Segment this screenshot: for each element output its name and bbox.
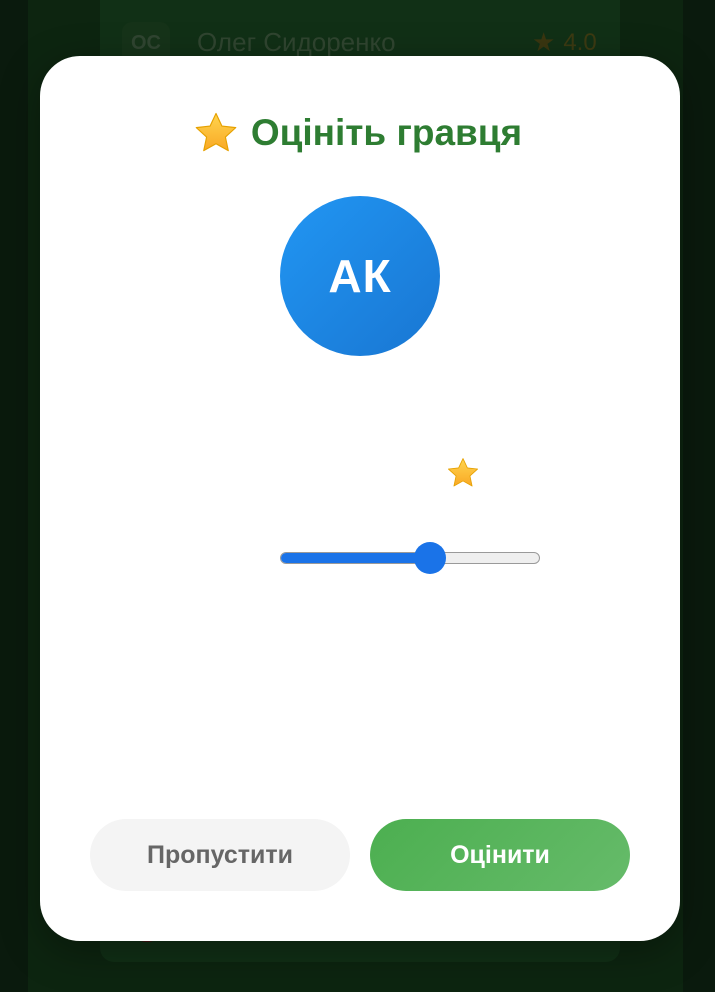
skip-button[interactable]: Пропустити [90, 819, 350, 891]
rating-slider[interactable] [280, 541, 540, 575]
rating-slider-thumb[interactable] [413, 542, 446, 574]
rating-slider-fill [281, 553, 431, 563]
star-icon [195, 112, 237, 152]
rate-button[interactable]: Оцінити [370, 819, 630, 891]
rate-player-modal [40, 56, 680, 941]
rating-slider-track[interactable] [280, 552, 540, 564]
modal-title-text: Оцініть гравця [250, 112, 523, 153]
modal-title: Оцініть гравця [0, 110, 715, 156]
avatar-initials: АК [328, 250, 392, 302]
avatar: АК [280, 196, 440, 356]
star-icon [447, 458, 479, 487]
